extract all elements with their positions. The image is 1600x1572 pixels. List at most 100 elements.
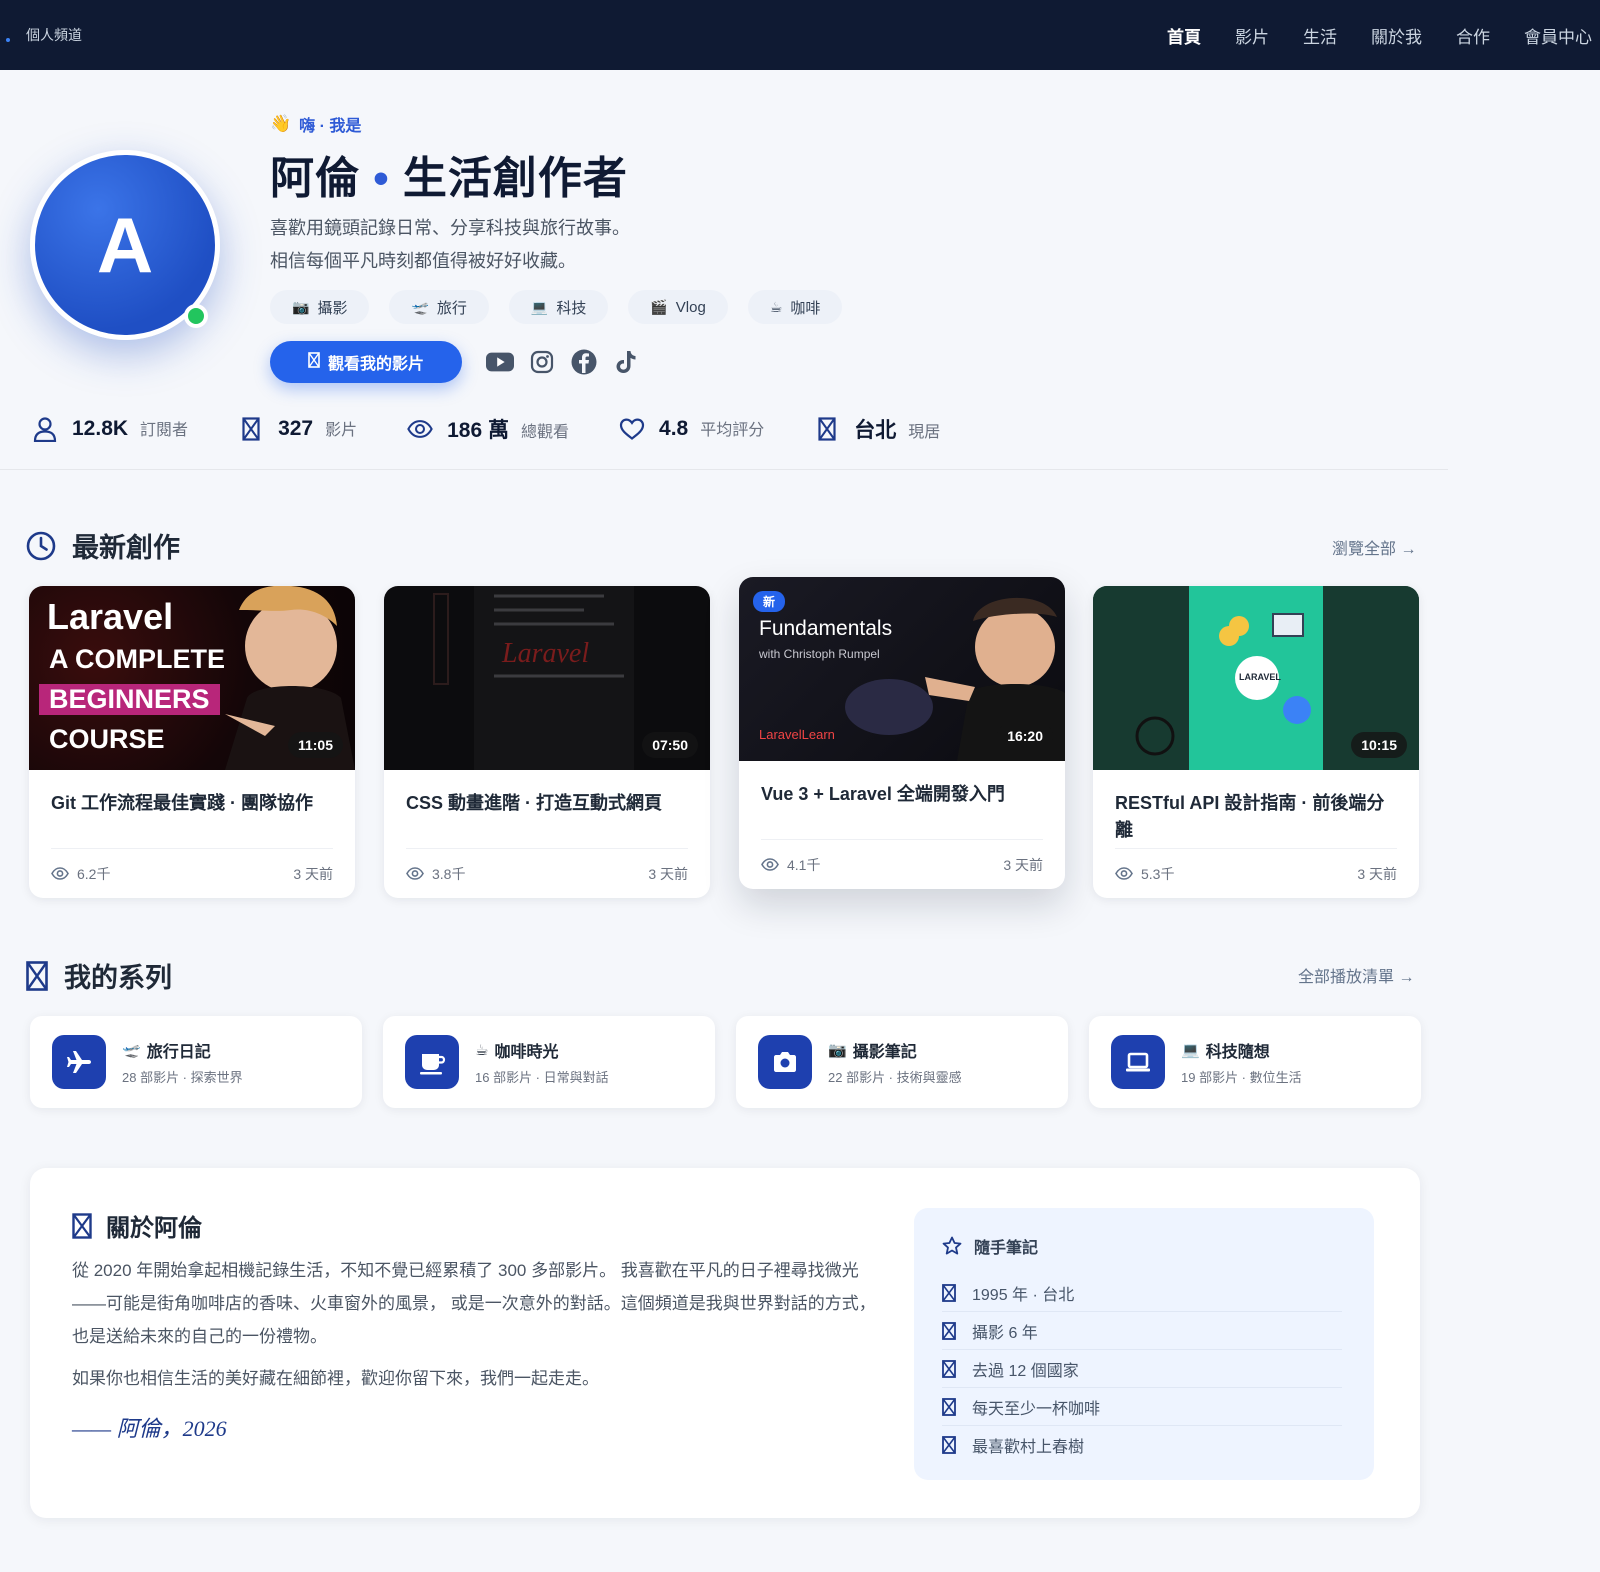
thumb-text: LARAVEL	[1239, 672, 1281, 682]
video-age: 3 天前	[293, 865, 333, 882]
heart-icon	[619, 416, 645, 442]
tag-coffee[interactable]: ☕ 咖啡	[747, 290, 843, 324]
location-icon	[814, 416, 840, 442]
video-title: Git 工作流程最佳實踐 · 團隊協作	[51, 793, 313, 813]
bio-line: 相信每個平凡時刻都值得被好好收藏。	[270, 251, 576, 271]
hero-divider	[0, 469, 1448, 470]
stat-value: 186 萬	[447, 419, 509, 442]
views-count: 6.2千	[77, 865, 111, 882]
series-card-photo[interactable]: 📷 攝影筆記 22 部影片 · 技術與靈感	[736, 1016, 1068, 1108]
views-count: 3.8千	[432, 865, 466, 882]
note-icon	[942, 1283, 956, 1302]
video-card[interactable]: LARAVEL 10:15 RESTful API 設計指南 · 前後端分離 5…	[1093, 586, 1419, 898]
series-title: ☕ 咖啡時光	[475, 1038, 609, 1062]
latest-section-header: 最新創作	[26, 526, 180, 565]
thumb-text: Laravel	[47, 596, 174, 637]
video-card[interactable]: Laravel 07:50 CSS 動畫進階 · 打造互動式網頁 3.8千 3 …	[384, 586, 710, 898]
series-text: ☕ 咖啡時光 16 部影片 · 日常與對話	[475, 1038, 609, 1086]
nav-collab[interactable]: 合作	[1456, 23, 1490, 48]
tag-travel[interactable]: 🛫 旅行	[389, 290, 489, 324]
coffee-emoji-icon: ☕	[475, 1042, 489, 1059]
nav-home[interactable]: 首頁	[1167, 23, 1201, 48]
notes-list: 1995 年 · 台北 攝影 6 年 去過 12 個國家 每天至少一杯咖啡 最喜…	[942, 1274, 1342, 1464]
series-subtitle: 28 部影片 · 探索世界	[122, 1070, 243, 1085]
series-text: 💻 科技隨想 19 部影片 · 數位生活	[1181, 1038, 1302, 1086]
series-card-travel[interactable]: 🛫 旅行日記 28 部影片 · 探索世界	[30, 1016, 362, 1108]
coffee-icon: ☕	[769, 298, 783, 315]
tag-tech[interactable]: 💻 科技	[508, 290, 609, 324]
title-separator: •	[373, 154, 390, 203]
tag-label: 咖啡	[790, 299, 821, 317]
laptop-icon	[1111, 1035, 1165, 1089]
profile-name: 阿倫	[270, 154, 360, 203]
thumb-text: Fundamentals	[759, 617, 893, 640]
clapper-icon: 🎬	[650, 298, 668, 315]
browse-all-link[interactable]: 瀏覽全部 →	[1332, 535, 1416, 559]
stat-value: 327	[278, 417, 314, 440]
facebook-icon[interactable]	[570, 348, 598, 376]
tiktok-icon[interactable]	[612, 348, 640, 376]
social-links	[486, 348, 654, 376]
series-title-text: 旅行日記	[146, 1044, 211, 1061]
video-meta: 3.8千 3 天前	[406, 848, 688, 898]
note-text: 1995 年 · 台北	[972, 1286, 1075, 1304]
nav-member[interactable]: 會員中心	[1524, 23, 1592, 48]
note-text: 最喜歡村上春樹	[972, 1439, 1085, 1456]
note-text: 攝影 6 年	[972, 1324, 1038, 1342]
video-age: 3 天前	[648, 865, 688, 882]
clock-icon	[26, 531, 56, 561]
all-playlists-link[interactable]: 全部播放清單 →	[1298, 963, 1414, 987]
stat-label: 影片	[325, 422, 358, 439]
laptop-icon: 💻	[530, 298, 549, 315]
youtube-icon[interactable]	[486, 348, 514, 376]
camera-icon: 📷	[292, 298, 310, 315]
series-title: 💻 科技隨想	[1181, 1038, 1302, 1062]
series-title: 🛫 旅行日記	[122, 1038, 243, 1062]
about-title: 關於阿倫	[106, 1215, 202, 1242]
series-card-coffee[interactable]: ☕ 咖啡時光 16 部影片 · 日常與對話	[383, 1016, 715, 1108]
thumb-text: with Christoph Rumpel	[759, 647, 880, 661]
video-thumbnail: LARAVEL 10:15	[1093, 586, 1419, 770]
video-meta: 4.1千 3 天前	[761, 839, 1043, 889]
video-title: CSS 動畫進階 · 打造互動式網頁	[406, 793, 663, 813]
video-icon	[308, 351, 320, 373]
note-icon	[942, 1321, 956, 1340]
wave-icon: 👋	[270, 114, 292, 133]
video-card[interactable]: 新 Fundamentals with Christoph Rumpel Lar…	[739, 577, 1065, 889]
watch-videos-button[interactable]: 觀看我的影片	[270, 341, 462, 383]
notes-header: 隨手筆記	[942, 1234, 1038, 1258]
stat-views: 186 萬 總觀看	[407, 414, 569, 444]
tag-photography[interactable]: 📷 攝影	[270, 290, 370, 324]
note-icon	[942, 1359, 956, 1378]
nav-about[interactable]: 關於我	[1371, 23, 1422, 48]
tag-vlog[interactable]: 🎬 Vlog	[628, 290, 728, 324]
nav-life[interactable]: 生活	[1303, 23, 1337, 48]
notes-panel: 隨手筆記 1995 年 · 台北 攝影 6 年 去過 12 個國家 每天至少一杯…	[914, 1208, 1374, 1480]
laptop-emoji-icon: 💻	[1181, 1042, 1200, 1059]
eye-icon	[1115, 867, 1133, 880]
note-icon	[942, 1397, 956, 1416]
playlist-icon	[26, 960, 48, 991]
bio: 喜歡用鏡頭記錄日常、分享科技與旅行故事。 相信每個平凡時刻都值得被好好收藏。	[270, 212, 630, 278]
series-title-text: 咖啡時光	[494, 1044, 559, 1061]
about-icon	[72, 1212, 94, 1239]
series-card-tech[interactable]: 💻 科技隨想 19 部影片 · 數位生活	[1089, 1016, 1421, 1108]
series-title-text: 科技隨想	[1205, 1044, 1270, 1061]
series-text: 📷 攝影筆記 22 部影片 · 技術與靈感	[828, 1038, 962, 1086]
brand[interactable]: 個人頻道	[6, 25, 82, 45]
series-subtitle: 16 部影片 · 日常與對話	[475, 1070, 609, 1085]
video-duration: 10:15	[1351, 732, 1407, 758]
video-views: 6.2千	[51, 864, 110, 884]
video-thumbnail: 新 Fundamentals with Christoph Rumpel Lar…	[739, 577, 1065, 761]
notes-title: 隨手筆記	[974, 1240, 1039, 1257]
nav-videos[interactable]: 影片	[1235, 23, 1269, 48]
video-card[interactable]: Laravel A COMPLETE BEGINNERS COURSE 11:0…	[29, 586, 355, 898]
list-item: 攝影 6 年	[942, 1312, 1342, 1350]
tag-label: 科技	[556, 299, 587, 317]
instagram-icon[interactable]	[528, 348, 556, 376]
star-icon	[942, 1236, 962, 1255]
video-views: 3.8千	[406, 864, 465, 884]
note-text: 去過 12 個國家	[972, 1362, 1079, 1380]
thumb-text: A COMPLETE	[49, 644, 226, 674]
video-meta: 5.3千 3 天前	[1115, 848, 1397, 898]
